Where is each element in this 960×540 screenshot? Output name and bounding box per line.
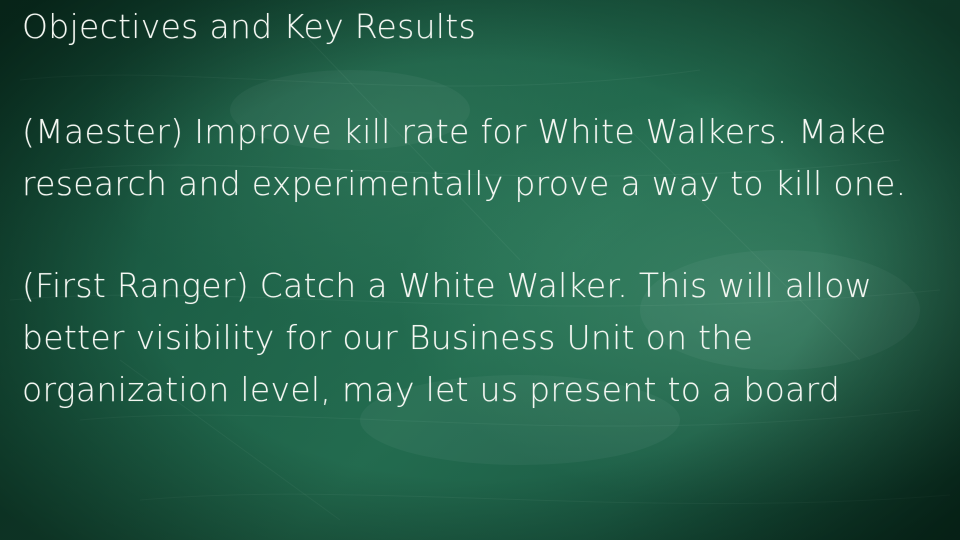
chalkboard-slide: Objectives and Key Results (Maester) Imp…	[0, 0, 960, 540]
slide-title: Objectives and Key Results	[22, 7, 477, 46]
objective-maester: (Maester) Improve kill rate for White Wa…	[22, 112, 907, 203]
objective-first-ranger: (First Ranger) Catch a White Walker. Thi…	[22, 266, 873, 409]
slide-content: Objectives and Key Results (Maester) Imp…	[22, 4, 942, 416]
